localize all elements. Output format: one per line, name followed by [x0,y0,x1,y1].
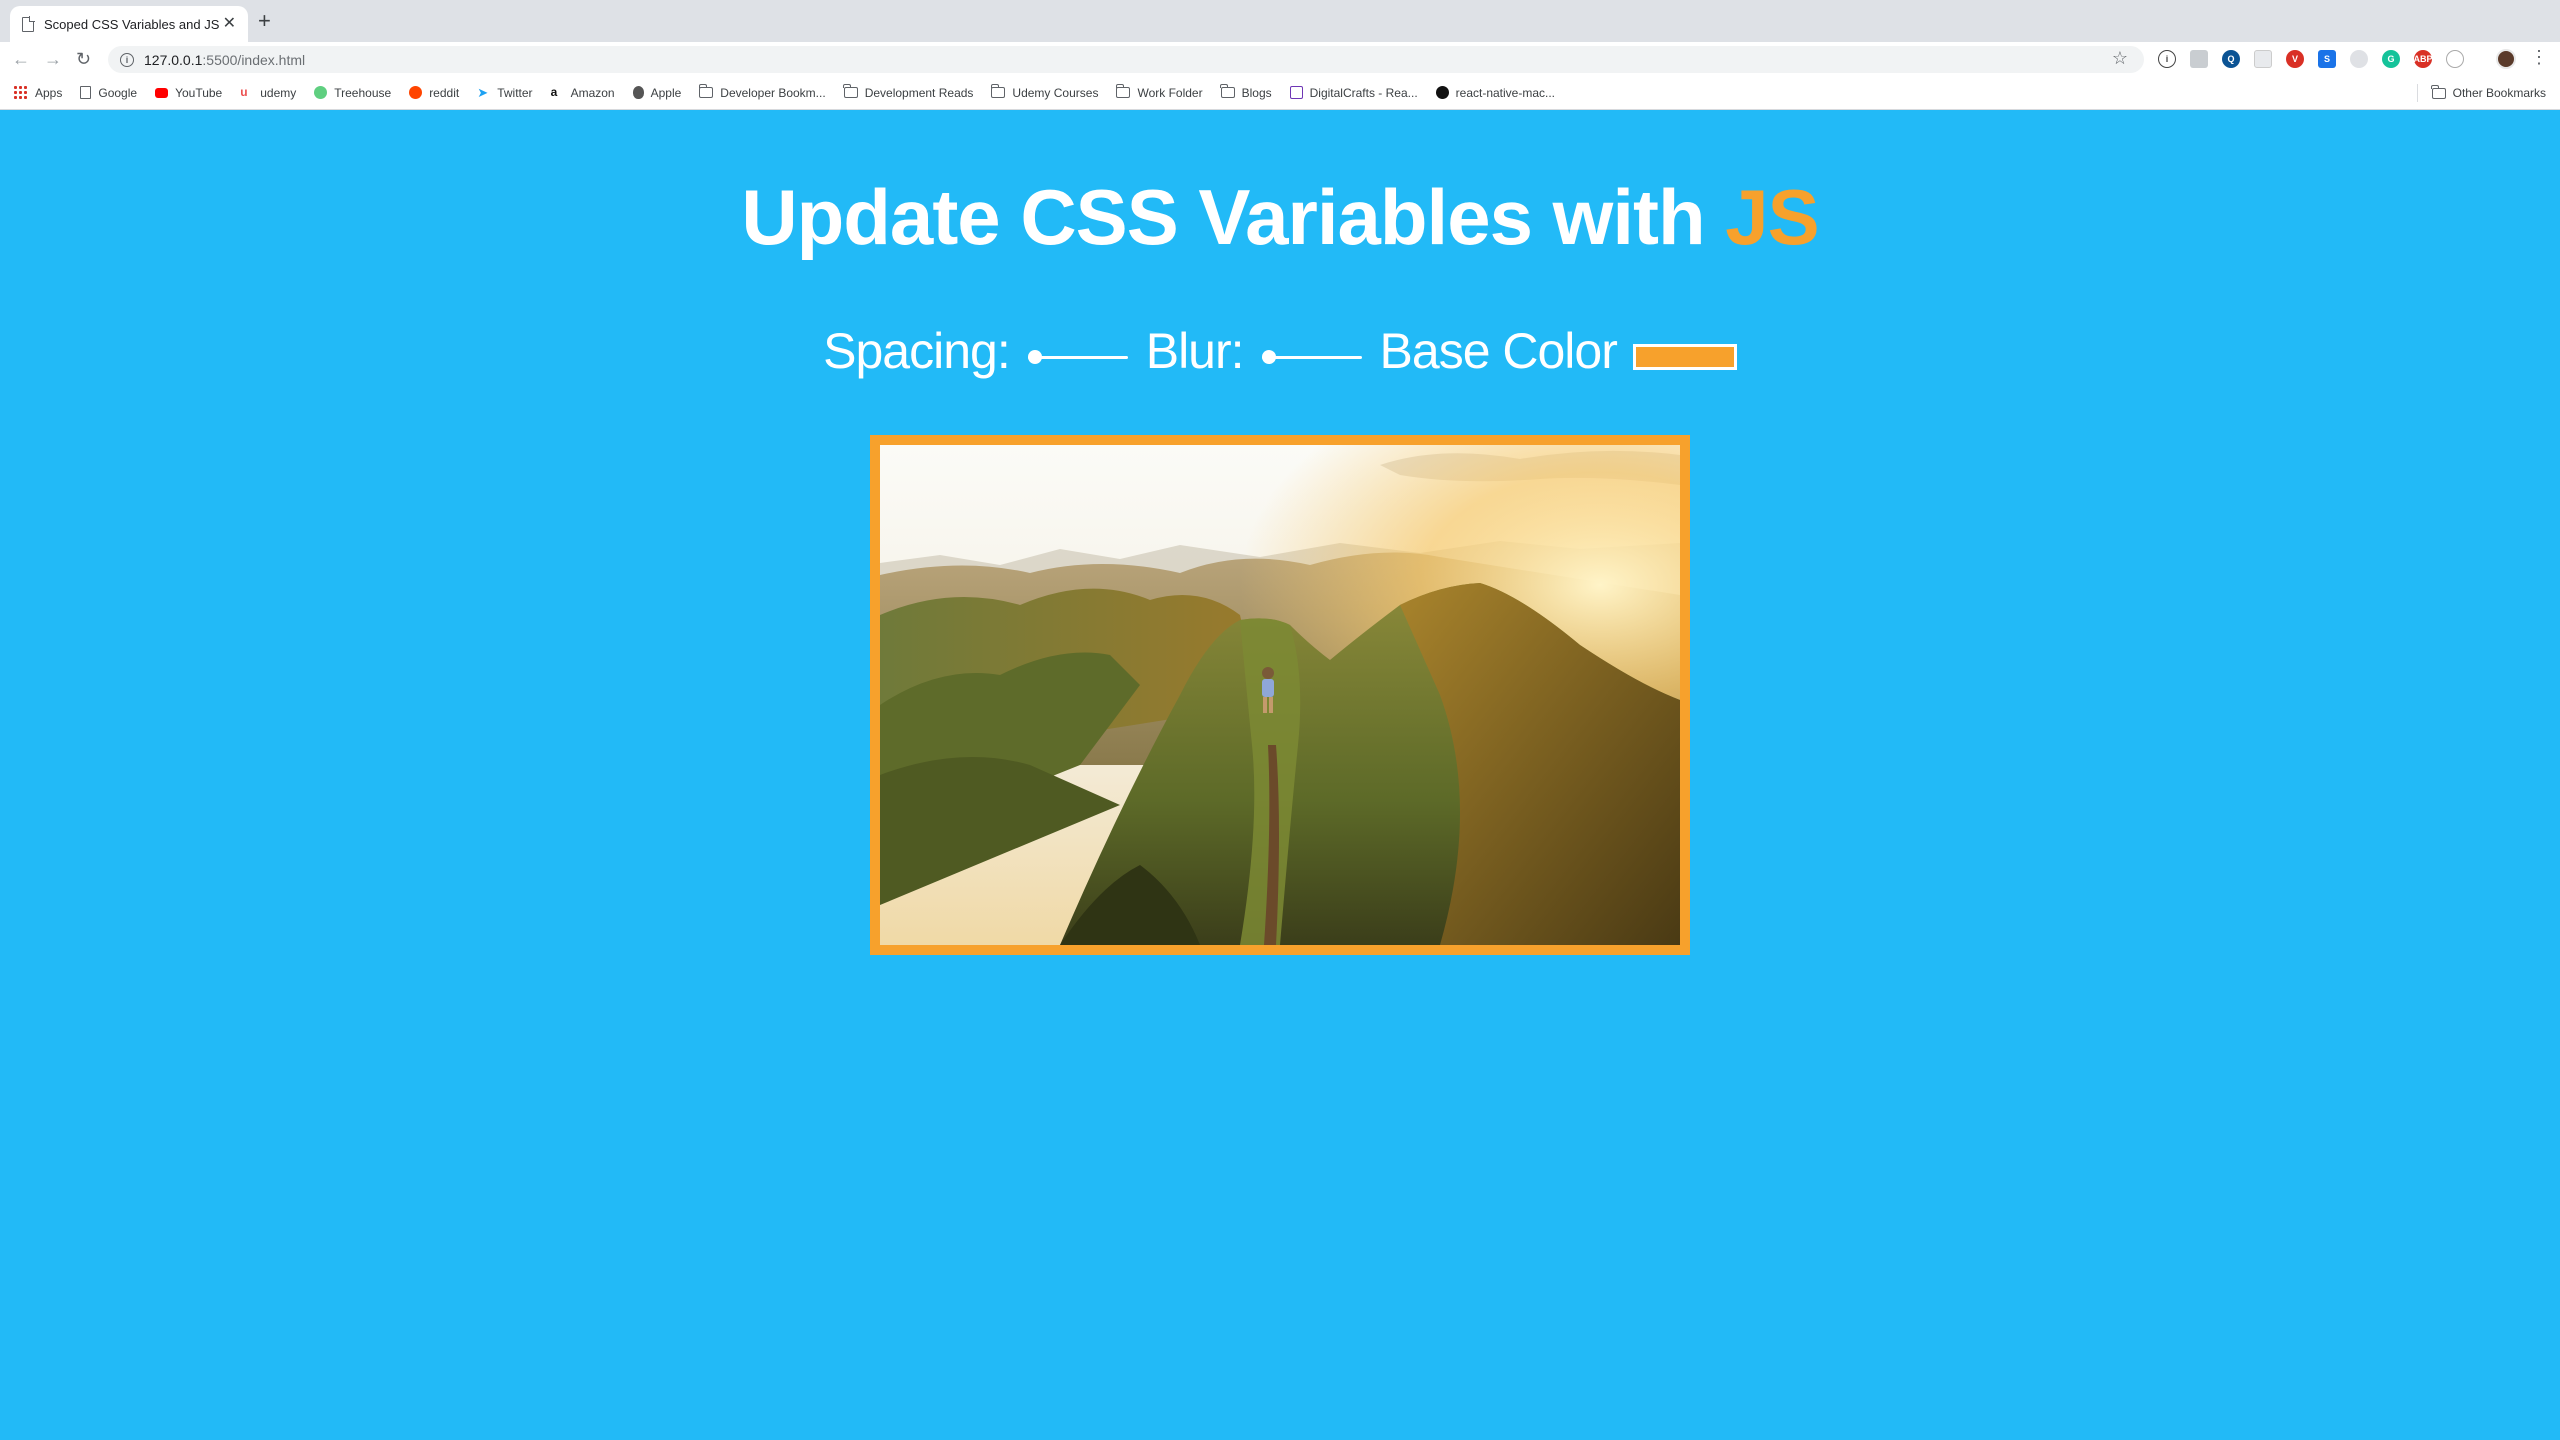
bookmark-label: Blogs [1241,85,1272,100]
spacing-slider[interactable] [1027,347,1128,367]
address-bar[interactable]: i 127.0.0.1:5500/index.html ☆ [108,46,2144,73]
bookmark-label: Udemy Courses [1012,85,1099,100]
bookmark-google[interactable]: Google [80,86,137,100]
twitter-icon: ➤ [477,85,489,100]
folder-icon [698,84,714,98]
page-content: Update CSS Variables with JS Spacing: Bl… [0,110,2560,1440]
reddit-icon [409,86,423,99]
bookmark-twitter[interactable]: ➤ Twitter [477,86,532,100]
bookmark-react-native-mac[interactable]: react-native-mac... [1435,85,1556,100]
reload-icon[interactable]: ↻ [76,48,91,70]
bookmark-label: Amazon [570,85,615,100]
search-extension-icon[interactable]: Q [2222,50,2240,68]
photo-frame [870,435,1690,955]
page-icon [22,15,35,32]
chat-extension-icon[interactable] [2190,50,2208,68]
bookmark-developer-bookmarks[interactable]: Developer Bookm... [698,84,826,100]
url-path: :5500/index.html [202,51,306,68]
slider-thumb[interactable] [1027,350,1042,364]
bookmark-label: reddit [429,85,460,100]
grammarly-icon[interactable]: G [2382,50,2400,68]
back-arrow-icon[interactable]: ← [12,48,30,70]
browser-tab[interactable]: Scoped CSS Variables and JS ✕ [10,6,248,42]
forward-arrow-icon[interactable]: → [44,48,62,70]
slider-thumb[interactable] [1261,350,1276,364]
tab-strip: Scoped CSS Variables and JS ✕ + [0,0,2560,42]
github-icon [1435,86,1449,99]
extensions-area: i Q V S G ABP [2158,48,2464,70]
folder-icon [1115,84,1131,98]
bookmark-star-icon[interactable]: ☆ [2112,48,2128,69]
youtube-icon [155,87,169,98]
udemy-icon: u [240,85,248,99]
bookmark-amazon[interactable]: a Amazon [551,86,615,100]
adblock-icon[interactable]: ABP [2414,50,2433,68]
digitalcrafts-icon [1289,86,1303,99]
bookmark-apps[interactable]: Apps [14,86,62,100]
bookmarks-divider [2417,84,2418,102]
bookmarks-bar: Apps Google YouTube u udemy Treehouse re… [0,76,2560,110]
bookmark-label: react-native-mac... [1455,85,1556,100]
tab-title: Scoped CSS Variables and JS [44,16,220,32]
password-extension-icon[interactable]: i [2158,50,2176,68]
page-title: Update CSS Variables with JS [0,172,2560,263]
pocket-extension-icon[interactable]: V [2286,50,2304,68]
folder-icon [990,84,1006,98]
bookmark-label: Apps [35,85,63,100]
profile-avatar[interactable] [2496,49,2516,69]
spacing-label: Spacing: [823,323,1011,379]
browser-menu-icon[interactable]: ⋮ [2530,46,2548,68]
folder-icon [1220,84,1235,98]
base-color-picker[interactable] [1632,344,1737,370]
bookmark-udemy[interactable]: u udemy [240,86,296,100]
base-color-label: Base Color [1379,323,1618,379]
bookmark-reddit[interactable]: reddit [409,86,459,100]
site-info-icon[interactable]: i [120,52,134,67]
bookmark-blogs[interactable]: Blogs [1220,84,1272,100]
slider-track [1261,356,1362,359]
title-text: Update CSS Variables with [741,173,1726,261]
bookmark-label: Twitter [497,85,533,100]
bookmark-development-reads[interactable]: Development Reads [843,84,974,100]
blur-slider[interactable] [1261,347,1362,367]
bookmark-label: YouTube [175,85,223,100]
bookmark-label: Developer Bookm... [720,85,826,100]
bookmark-youtube[interactable]: YouTube [155,86,222,100]
bookmark-work-folder[interactable]: Work Folder [1115,84,1203,100]
cloud-extension-icon[interactable] [2350,50,2368,68]
apps-grid-icon [14,86,27,99]
bookmark-label: DigitalCrafts - Rea... [1309,85,1418,100]
folder-icon [843,84,858,98]
url-host: 127.0.0.1 [144,51,203,68]
title-highlight: JS [1725,173,1819,261]
other-bookmarks-label: Other Bookmarks [2452,86,2546,100]
treehouse-icon [314,86,328,99]
bookmark-label: Google [98,85,138,100]
controls: Spacing: Blur: Base Color [0,322,2560,380]
mountain-photo [880,445,1680,945]
bookmark-digitalcrafts[interactable]: DigitalCrafts - Rea... [1289,85,1418,100]
apple-icon [632,86,644,99]
new-tab-button[interactable]: + [258,10,271,32]
amazon-icon: a [550,85,558,99]
bookmark-treehouse[interactable]: Treehouse [314,86,391,100]
bookmark-label: Treehouse [334,85,392,100]
bookmark-label: Development Reads [864,85,974,100]
blank-extension-icon[interactable] [2254,50,2272,68]
ghost-extension-icon[interactable] [2446,50,2464,68]
translate-extension-icon[interactable]: S [2318,50,2336,68]
bookmark-apple[interactable]: Apple [632,85,682,100]
slider-track [1027,356,1128,359]
bookmark-label: udemy [260,85,297,100]
bookmark-label: Work Folder [1137,85,1203,100]
folder-icon [2431,84,2446,99]
bookmark-label: Apple [650,85,682,100]
blur-label: Blur: [1145,323,1245,379]
page-icon [80,86,92,99]
close-tab-icon[interactable]: ✕ [223,16,236,32]
other-bookmarks[interactable]: Other Bookmarks [2431,76,2546,110]
bookmark-udemy-courses[interactable]: Udemy Courses [990,84,1099,100]
